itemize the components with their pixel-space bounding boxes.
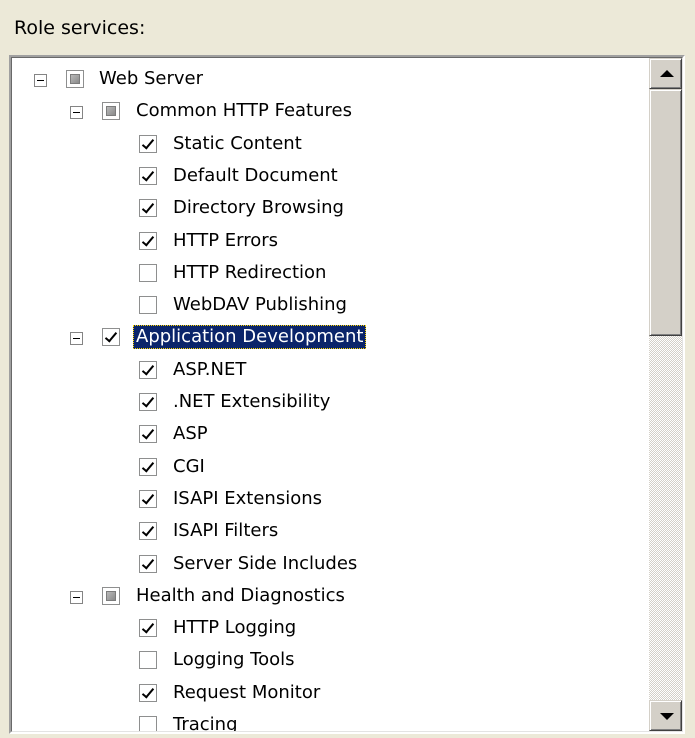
- scroll-thumb[interactable]: [649, 89, 682, 336]
- tree-item-label[interactable]: Default Document: [170, 164, 341, 188]
- tree-item[interactable]: Web Server: [12, 66, 642, 96]
- tree-item[interactable]: CGI: [12, 454, 642, 484]
- tree-item-label[interactable]: Health and Diagnostics: [133, 584, 348, 608]
- tree-item-checkbox[interactable]: [139, 134, 157, 153]
- tree-item-label[interactable]: Server Side Includes: [170, 552, 360, 576]
- tree-item-label[interactable]: ASP.NET: [170, 358, 249, 382]
- tree-item[interactable]: HTTP Redirection: [12, 260, 642, 290]
- tree-item-label[interactable]: Directory Browsing: [170, 196, 347, 220]
- tree-item-label[interactable]: HTTP Errors: [170, 229, 281, 253]
- tree-item-checkbox[interactable]: [139, 166, 157, 185]
- tree-item-checkbox[interactable]: [139, 199, 157, 218]
- tree-item-checkbox[interactable]: [139, 263, 157, 282]
- tree-item[interactable]: Application Development: [12, 324, 642, 354]
- tree-item-checkbox[interactable]: [139, 489, 157, 508]
- tree-item-checkbox[interactable]: [139, 716, 157, 731]
- collapse-expander-icon[interactable]: [34, 74, 47, 87]
- tree-item-label[interactable]: Request Monitor: [170, 681, 323, 705]
- tree-item[interactable]: Request Monitor: [12, 680, 642, 710]
- tree-item-checkbox[interactable]: [139, 425, 157, 444]
- arrow-up-icon: [660, 70, 674, 77]
- tree-item-checkbox[interactable]: [66, 70, 84, 88]
- tree-item-checkbox[interactable]: [139, 457, 157, 476]
- tree-item[interactable]: Server Side Includes: [12, 551, 642, 581]
- tree-item-label[interactable]: ISAPI Extensions: [170, 487, 325, 511]
- tree-item[interactable]: ASP.NET: [12, 357, 642, 387]
- tree-item-label[interactable]: WebDAV Publishing: [170, 293, 350, 317]
- tree-item-label[interactable]: HTTP Redirection: [170, 261, 329, 285]
- tree-item[interactable]: Directory Browsing: [12, 195, 642, 225]
- arrow-down-icon: [660, 713, 674, 720]
- tree-item-checkbox[interactable]: [102, 586, 120, 605]
- tree-item[interactable]: ISAPI Extensions: [12, 486, 642, 516]
- collapse-expander-icon[interactable]: [70, 106, 83, 120]
- collapse-expander-icon[interactable]: [70, 332, 83, 346]
- tree-item-label[interactable]: Static Content: [170, 132, 305, 156]
- tree-item[interactable]: Tracing: [12, 712, 642, 731]
- tree-item[interactable]: WebDAV Publishing: [12, 292, 642, 322]
- tree-item[interactable]: ISAPI Filters: [12, 518, 642, 548]
- tree-item[interactable]: ASP: [12, 421, 642, 451]
- scroll-down-button[interactable]: [649, 700, 682, 731]
- vertical-scrollbar[interactable]: [649, 58, 682, 731]
- tree-item-label[interactable]: CGI: [170, 455, 208, 479]
- scroll-up-button[interactable]: [649, 58, 682, 89]
- tree-item[interactable]: Logging Tools: [12, 647, 642, 677]
- role-services-tree-frame: Web Server Common HTTP Features Static Con…: [9, 55, 685, 734]
- tree-item-label[interactable]: Common HTTP Features: [133, 99, 355, 123]
- tree-item[interactable]: Common HTTP Features: [12, 98, 642, 128]
- tree-item-label[interactable]: ASP: [170, 422, 211, 446]
- tree-item[interactable]: Default Document: [12, 163, 642, 193]
- tree-item-checkbox[interactable]: [102, 102, 120, 121]
- tree-item[interactable]: .NET Extensibility: [12, 389, 642, 419]
- tree-item-label[interactable]: HTTP Logging: [170, 616, 299, 640]
- tree-item[interactable]: HTTP Errors: [12, 228, 642, 258]
- tree-item-checkbox[interactable]: [139, 683, 157, 702]
- tree-item[interactable]: Static Content: [12, 131, 642, 161]
- tree-item-checkbox[interactable]: [139, 651, 157, 670]
- tree-item-label[interactable]: Logging Tools: [170, 648, 297, 672]
- tree-item-label[interactable]: Web Server: [96, 67, 206, 91]
- tree-item-checkbox[interactable]: [139, 619, 157, 638]
- tree-item-label[interactable]: Tracing: [170, 713, 241, 731]
- tree-item-checkbox[interactable]: [139, 522, 157, 541]
- tree-item-checkbox[interactable]: [139, 296, 157, 315]
- role-services-tree[interactable]: Web Server Common HTTP Features Static Con…: [11, 57, 683, 732]
- tree-item-label[interactable]: ISAPI Filters: [170, 519, 281, 543]
- tree-item-label[interactable]: .NET Extensibility: [170, 390, 333, 414]
- tree-item-checkbox[interactable]: [102, 328, 120, 347]
- role-services-label: Role services:: [14, 17, 146, 39]
- tree-item-label[interactable]: Application Development: [133, 325, 367, 350]
- tree-item[interactable]: Health and Diagnostics: [12, 583, 642, 613]
- tree-item-checkbox[interactable]: [139, 393, 157, 411]
- tree-item[interactable]: HTTP Logging: [12, 615, 642, 645]
- collapse-expander-icon[interactable]: [70, 590, 83, 604]
- tree-item-checkbox[interactable]: [139, 360, 157, 379]
- tree-item-checkbox[interactable]: [139, 554, 157, 573]
- tree-item-checkbox[interactable]: [139, 231, 157, 250]
